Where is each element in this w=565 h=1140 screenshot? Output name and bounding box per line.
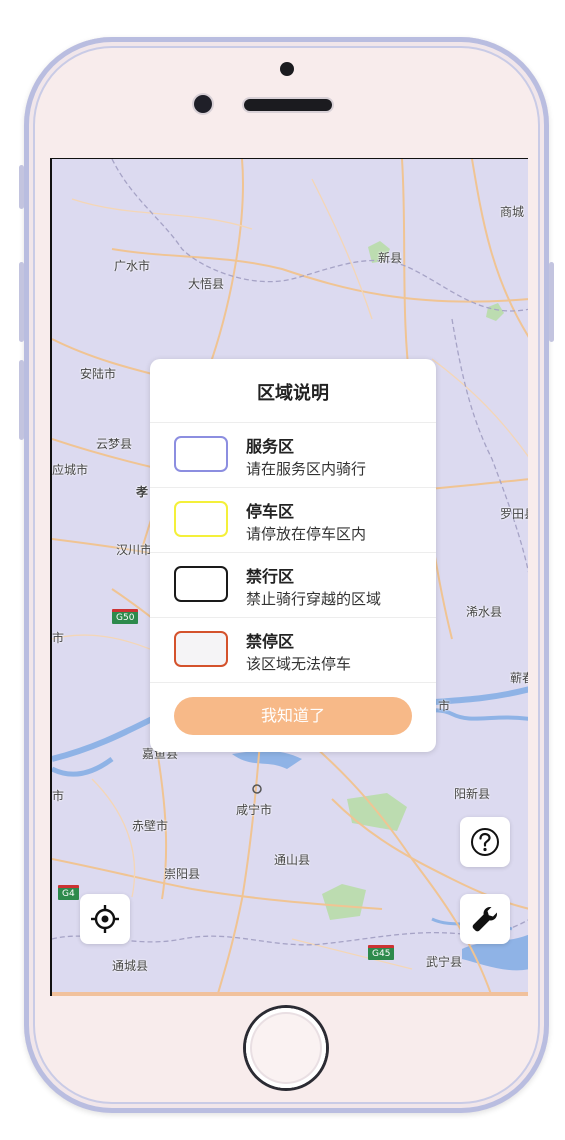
zone-legend-dialog: 区域说明 服务区 请在服务区内骑行 停车区 请停放在停车区内 禁行区 禁止骑行穿… bbox=[150, 359, 436, 752]
legend-name: 停车区 bbox=[246, 502, 295, 521]
map-label-xianning: 咸宁市 bbox=[236, 803, 273, 817]
service-zone-swatch bbox=[174, 436, 228, 472]
map-label-xishui: 浠水县 bbox=[466, 605, 503, 619]
highway-shield-g4: G4 bbox=[58, 885, 79, 900]
map-label-shangcheng: 商城 bbox=[500, 205, 525, 219]
app-screen: 商城 广水市 大悟县 新县 安陆市 云梦县 应城市 孝 汉川市 罗田县 浠水县 … bbox=[50, 158, 528, 996]
legend-name: 服务区 bbox=[246, 437, 295, 456]
legend-desc: 禁止骑行穿越的区域 bbox=[246, 590, 382, 608]
legend-name: 禁停区 bbox=[246, 632, 295, 651]
map-label-xiao: 孝 bbox=[136, 485, 149, 499]
bottom-edge-bar bbox=[52, 992, 528, 996]
map-label-city-edge: 市 bbox=[438, 699, 451, 713]
map-label-yunmeng: 云梦县 bbox=[96, 437, 133, 451]
legend-row-parking-zone: 停车区 请停放在停车区内 bbox=[150, 487, 436, 552]
proximity-sensor bbox=[280, 62, 294, 76]
map-label-tongshan: 通山县 bbox=[274, 853, 311, 867]
map-label-yingcheng: 应城市 bbox=[52, 463, 89, 477]
legend-name: 禁行区 bbox=[246, 567, 295, 586]
map-label-dawu: 大悟县 bbox=[188, 277, 225, 291]
map-label-chibi: 赤壁市 bbox=[132, 819, 169, 833]
map-label-yangxin: 阳新县 bbox=[454, 787, 491, 801]
map-label-city-left2: 市 bbox=[52, 789, 65, 803]
map-label-luotian: 罗田县 bbox=[500, 507, 528, 521]
no-parking-zone-swatch bbox=[174, 631, 228, 667]
help-button[interactable] bbox=[460, 817, 510, 867]
map-label-hanchuan: 汉川市 bbox=[116, 543, 153, 557]
legend-row-no-riding-zone: 禁行区 禁止骑行穿越的区域 bbox=[150, 552, 436, 617]
no-riding-zone-swatch bbox=[174, 566, 228, 602]
crosshair-icon bbox=[91, 905, 119, 933]
tools-button[interactable] bbox=[460, 894, 510, 944]
map-label-anlu: 安陆市 bbox=[80, 367, 117, 381]
side-button-volume-down bbox=[19, 360, 24, 440]
locate-button[interactable] bbox=[80, 894, 130, 944]
map-label-xinxian: 新县 bbox=[378, 251, 403, 265]
dialog-title: 区域说明 bbox=[257, 383, 329, 404]
legend-row-no-parking-zone: 禁停区 该区域无法停车 bbox=[150, 617, 436, 682]
map-label-wuning: 武宁县 bbox=[426, 955, 463, 969]
legend-row-service-zone: 服务区 请在服务区内骑行 bbox=[150, 422, 436, 487]
highway-shield-g50: G50 bbox=[112, 609, 139, 624]
question-circle-icon bbox=[471, 828, 499, 856]
map-label-tongcheng: 通城县 bbox=[112, 959, 149, 973]
map-label-guangshui: 广水市 bbox=[114, 259, 151, 273]
legend-desc: 该区域无法停车 bbox=[246, 655, 352, 673]
map-label-chongyang: 崇阳县 bbox=[164, 867, 201, 881]
highway-shield-g45: G45 bbox=[368, 945, 395, 960]
map-label-qichun: 蕲春 bbox=[510, 671, 528, 685]
got-it-button[interactable]: 我知道了 bbox=[174, 697, 412, 735]
parking-zone-swatch bbox=[174, 501, 228, 537]
front-camera bbox=[194, 95, 212, 113]
side-button-power bbox=[549, 262, 554, 342]
legend-desc: 请停放在停车区内 bbox=[246, 525, 367, 543]
home-button[interactable] bbox=[246, 1008, 326, 1088]
side-button-volume-up bbox=[19, 262, 24, 342]
map-label-city-left: 市 bbox=[52, 631, 65, 645]
side-button-top bbox=[19, 165, 24, 209]
legend-footer-divider bbox=[150, 682, 436, 683]
earpiece-speaker bbox=[244, 99, 332, 111]
wrench-icon bbox=[472, 907, 497, 932]
legend-desc: 请在服务区内骑行 bbox=[246, 460, 367, 478]
